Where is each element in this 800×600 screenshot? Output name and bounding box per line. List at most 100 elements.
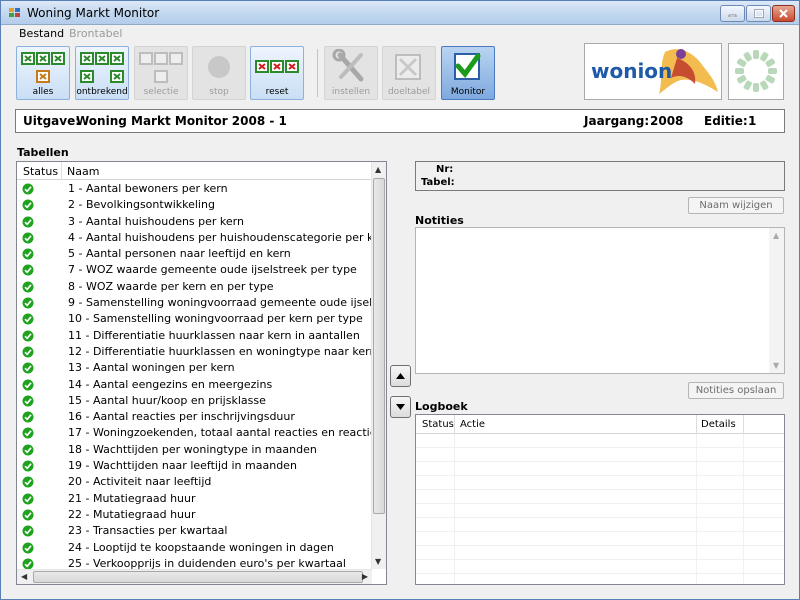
table-row[interactable]: 8 - WOZ waarde per kern en per type: [17, 279, 372, 295]
table-row[interactable]: 22 - Mutatiegraad huur: [17, 507, 372, 523]
instellen-label: instellen: [331, 87, 371, 97]
monitor-check-icon: [454, 53, 481, 80]
logboek-list[interactable]: Status Actie Details: [415, 414, 785, 585]
wonion-logo-graphic: wonion: [591, 49, 718, 94]
table-row[interactable]: 21 - Mutatiegraad huur: [17, 491, 372, 507]
vertical-scroll-thumb[interactable]: [373, 178, 385, 514]
status-ok-icon: [22, 379, 34, 391]
horizontal-scroll-thumb[interactable]: [33, 571, 363, 583]
table-row-name: 7 - WOZ waarde gemeente oude ijselstreek…: [68, 263, 357, 277]
column-separator: [61, 162, 62, 180]
maximize-button[interactable]: [746, 5, 771, 22]
grid-selection-icon: [139, 52, 183, 83]
alles-label: alles: [32, 87, 54, 97]
notities-opslaan-button[interactable]: Notities opslaan: [688, 382, 784, 399]
status-ok-icon: [22, 313, 34, 325]
tabellen-horizontal-scrollbar[interactable]: ◀ ▶: [17, 569, 372, 584]
editie-value: 1: [748, 114, 757, 128]
menu-bestand[interactable]: Bestand: [19, 27, 64, 40]
toolbar-separator: [317, 49, 318, 97]
tabellen-list-header: Status Naam: [17, 162, 372, 180]
tabellen-vertical-scrollbar[interactable]: ▲ ▼: [371, 162, 386, 569]
log-grid-line: [416, 545, 784, 546]
table-row[interactable]: 4 - Aantal huishoudens per huishoudensca…: [17, 230, 386, 246]
scroll-up-arrow-icon[interactable]: ▲: [375, 165, 381, 174]
menu-bar: Bestand Brontabel: [1, 25, 799, 43]
table-row[interactable]: 17 - Woningzoekenden, totaal aantal reac…: [17, 425, 386, 441]
table-row[interactable]: 15 - Aantal huur/koop en prijsklasse: [17, 393, 372, 409]
move-up-button[interactable]: [390, 365, 411, 387]
table-row[interactable]: 13 - Aantal woningen per kern: [17, 360, 372, 376]
table-row[interactable]: 10 - Samenstelling woningvoorraad per ke…: [17, 311, 372, 327]
log-grid-line: [416, 573, 784, 574]
table-row[interactable]: 20 - Activiteit naar leeftijd: [17, 474, 372, 490]
table-row[interactable]: 2 - Bevolkingsontwikkeling: [17, 197, 372, 213]
table-row-name: 25 - Verkoopprijs in duidenden euro's pe…: [68, 556, 346, 570]
table-row-name: 20 - Activiteit naar leeftijd: [68, 475, 212, 489]
selectie-button[interactable]: selectie: [134, 46, 188, 100]
table-row[interactable]: 7 - WOZ waarde gemeente oude ijselstreek…: [17, 262, 372, 278]
table-row-name: 13 - Aantal woningen per kern: [68, 361, 235, 375]
status-ok-icon: [22, 493, 34, 505]
table-row[interactable]: 16 - Aantal reacties per inschrijvingsdu…: [17, 409, 372, 425]
scroll-right-arrow-icon[interactable]: ▶: [362, 572, 368, 581]
tools-icon: [332, 49, 364, 82]
table-row-name: 10 - Samenstelling woningvoorraad per ke…: [68, 312, 363, 326]
monitor-button[interactable]: Monitor: [441, 46, 495, 100]
main-window: Woning Markt Monitor Bestand Brontabel a…: [0, 0, 800, 600]
table-info-box: Nr: Tabel:: [415, 161, 785, 191]
reset-label: reset: [265, 87, 289, 97]
column-header-naam[interactable]: Naam: [67, 165, 99, 178]
spinner-icon: [735, 50, 777, 92]
reset-button[interactable]: reset: [250, 46, 304, 100]
status-ok-icon: [22, 264, 34, 276]
log-column-status[interactable]: Status: [422, 419, 454, 430]
notities-textarea[interactable]: ▲ ▼: [415, 227, 785, 374]
menu-brontabel[interactable]: Brontabel: [69, 27, 122, 40]
jaargang-label: Jaargang:: [584, 114, 650, 128]
scroll-left-arrow-icon[interactable]: ◀: [21, 572, 27, 581]
ontbrekend-button[interactable]: ontbrekend: [75, 46, 129, 100]
uitgave-value: Woning Markt Monitor 2008 - 1: [76, 114, 287, 128]
notities-scrollbar[interactable]: ▲ ▼: [769, 228, 784, 373]
naam-wijzigen-button[interactable]: Naam wijzigen: [688, 197, 784, 214]
doeltabel-button[interactable]: doeltabel: [382, 46, 436, 100]
move-down-button[interactable]: [390, 396, 411, 418]
table-row[interactable]: 19 - Wachttijden naar leeftijd in maande…: [17, 458, 372, 474]
log-grid-line: [416, 489, 784, 490]
table-row[interactable]: 23 - Transacties per kwartaal: [17, 523, 372, 539]
stop-button[interactable]: stop: [192, 46, 246, 100]
table-row[interactable]: 24 - Looptijd te koopstaande woningen in…: [17, 540, 372, 556]
log-column-details[interactable]: Details: [701, 419, 736, 430]
ontbrekend-label: ontbrekend: [76, 87, 128, 97]
table-row[interactable]: 14 - Aantal eengezins en meergezins: [17, 377, 372, 393]
logboek-header: Status Actie Details: [416, 415, 784, 434]
log-column-actie[interactable]: Actie: [460, 419, 485, 430]
minimize-button[interactable]: [720, 5, 745, 22]
tabellen-heading: Tabellen: [17, 146, 69, 159]
alles-button[interactable]: alles: [16, 46, 70, 100]
table-row[interactable]: 18 - Wachttijden per woningtype in maand…: [17, 442, 372, 458]
close-button[interactable]: [772, 5, 795, 22]
notes-scroll-down-icon[interactable]: ▼: [773, 361, 779, 370]
tabellen-list[interactable]: Status Naam 1 - Aantal bewoners per kern…: [16, 161, 387, 585]
table-row[interactable]: 3 - Aantal huishoudens per kern: [17, 214, 372, 230]
table-row[interactable]: 11 - Differentiatie huurklassen naar ker…: [17, 328, 372, 344]
status-ok-icon: [22, 216, 34, 228]
log-grid-line: [416, 503, 784, 504]
instellen-button[interactable]: instellen: [324, 46, 378, 100]
notes-scroll-up-icon[interactable]: ▲: [773, 231, 779, 240]
table-row[interactable]: 9 - Samenstelling woningvoorraad gemeent…: [17, 295, 386, 311]
jaargang-value: 2008: [650, 114, 684, 128]
table-row-name: 2 - Bevolkingsontwikkeling: [68, 198, 215, 212]
column-header-status[interactable]: Status: [23, 165, 58, 178]
scroll-down-arrow-icon[interactable]: ▼: [375, 557, 381, 566]
title-bar[interactable]: Woning Markt Monitor: [1, 1, 799, 25]
table-row[interactable]: 5 - Aantal personen naar leeftijd en ker…: [17, 246, 372, 262]
status-ok-icon: [22, 199, 34, 211]
grid-missing-icon: [80, 52, 124, 83]
table-row[interactable]: 12 - Differentiatie huurklassen en wonin…: [17, 344, 386, 360]
maximize-icon: [753, 9, 764, 18]
table-row[interactable]: 1 - Aantal bewoners per kern: [17, 181, 372, 197]
log-grid-line: [416, 447, 784, 448]
